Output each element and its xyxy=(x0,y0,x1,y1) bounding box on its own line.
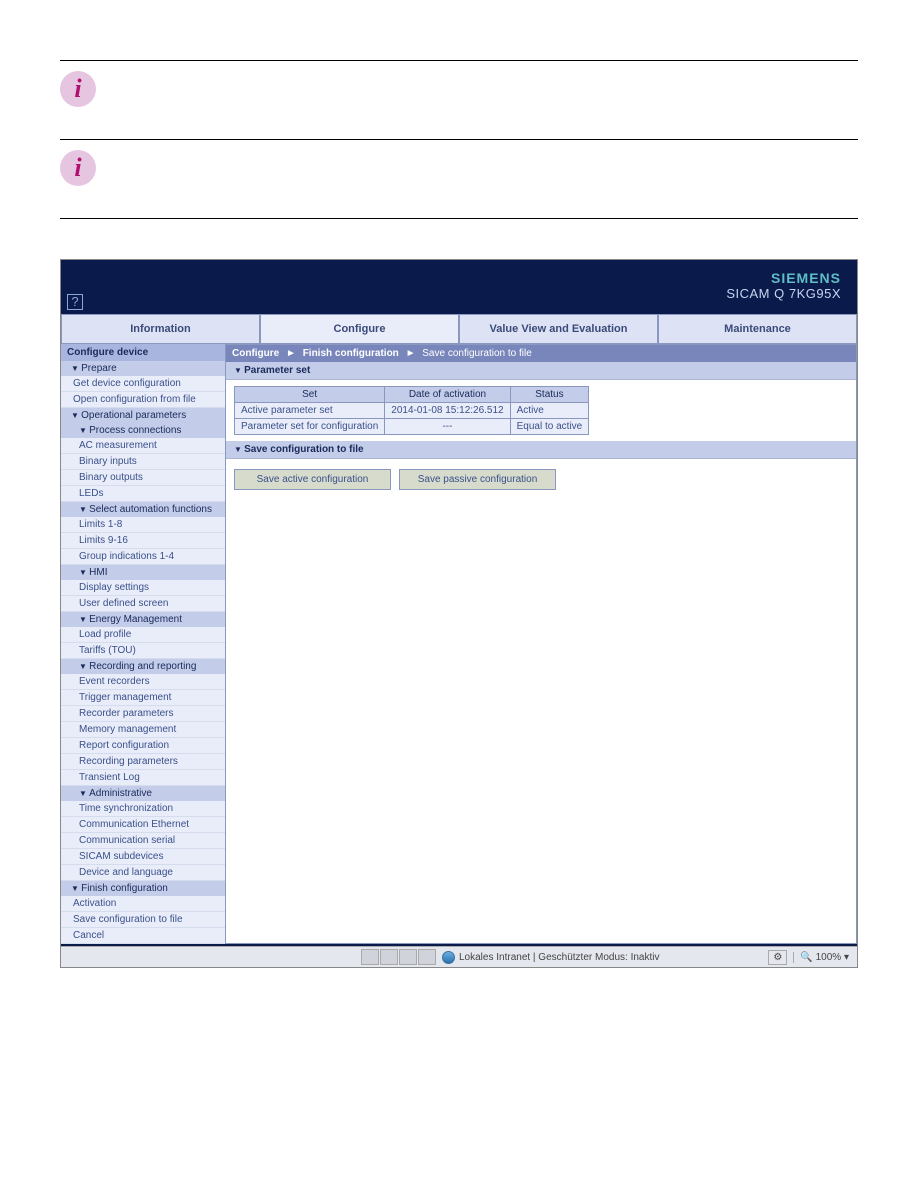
table-row: Active parameter set 2014-01-08 15:12:26… xyxy=(235,403,589,419)
panel-head-paramset[interactable]: Parameter set xyxy=(226,362,856,380)
sidebar-item-get-config[interactable]: Get device configuration xyxy=(61,376,225,392)
sidebar-item-recording-param[interactable]: Recording parameters xyxy=(61,754,225,770)
sidebar-item-group[interactable]: Group indications 1-4 xyxy=(61,549,225,565)
content-area: Configure ► Finish configuration ► Save … xyxy=(225,344,857,944)
status-seg xyxy=(399,949,417,965)
brand-product: SICAM Q 7KG95X xyxy=(726,286,841,301)
app-header: ? SIEMENS SICAM Q 7KG95X xyxy=(61,260,857,314)
sidebar-sub-energy[interactable]: Energy Management xyxy=(61,612,225,627)
sidebar-item-savecfg[interactable]: Save configuration to file xyxy=(61,912,225,928)
sidebar-item-trigger[interactable]: Trigger management xyxy=(61,690,225,706)
sidebar-sect-operational[interactable]: Operational parameters xyxy=(61,408,225,423)
col-date: Date of activation xyxy=(385,387,510,403)
sidebar-item-recparam[interactable]: Recorder parameters xyxy=(61,706,225,722)
status-seg xyxy=(380,949,398,965)
sidebar-item-event[interactable]: Event recorders xyxy=(61,674,225,690)
save-active-button[interactable]: Save active configuration xyxy=(234,469,391,490)
statusbar: Lokales Intranet | Geschützter Modus: In… xyxy=(61,946,857,967)
cell-status: Active xyxy=(510,403,589,419)
protected-mode-icon[interactable]: ⚙ xyxy=(768,950,787,965)
sidebar-item-load[interactable]: Load profile xyxy=(61,627,225,643)
sidebar-item-activation[interactable]: Activation xyxy=(61,896,225,912)
sidebar-item-binin[interactable]: Binary inputs xyxy=(61,454,225,470)
col-status: Status xyxy=(510,387,589,403)
sidebar-item-open-config[interactable]: Open configuration from file xyxy=(61,392,225,408)
sidebar-item-limits18[interactable]: Limits 1-8 xyxy=(61,517,225,533)
tab-information[interactable]: Information xyxy=(61,314,260,344)
cell-set: Parameter set for configuration xyxy=(235,419,385,435)
info-icon: i xyxy=(60,150,96,186)
sidebar-title: Configure device xyxy=(61,344,225,361)
sidebar-sect-prepare[interactable]: Prepare xyxy=(61,361,225,376)
cell-set: Active parameter set xyxy=(235,403,385,419)
sidebar-sub-hmi[interactable]: HMI xyxy=(61,565,225,580)
brand: SIEMENS SICAM Q 7KG95X xyxy=(726,270,841,301)
cell-date: --- xyxy=(385,419,510,435)
col-set: Set xyxy=(235,387,385,403)
sidebar-item-tariffs[interactable]: Tariffs (TOU) xyxy=(61,643,225,659)
sidebar-sect-finish[interactable]: Finish configuration xyxy=(61,881,225,896)
sidebar-item-time[interactable]: Time synchronization xyxy=(61,801,225,817)
status-seg xyxy=(418,949,436,965)
sidebar-item-eth[interactable]: Communication Ethernet xyxy=(61,817,225,833)
sidebar: Configure device Prepare Get device conf… xyxy=(61,344,225,944)
save-button-row: Save active configuration Save passive c… xyxy=(226,459,856,500)
help-icon[interactable]: ? xyxy=(67,294,83,310)
cell-date: 2014-01-08 15:12:26.512 xyxy=(385,403,510,419)
breadcrumb-1: Configure xyxy=(232,348,279,359)
sidebar-item-subdev[interactable]: SICAM subdevices xyxy=(61,849,225,865)
tab-row: Information Configure Value View and Eva… xyxy=(61,314,857,344)
zoom-level[interactable]: 🔍 100% ▾ xyxy=(793,952,849,963)
sidebar-sub-admin[interactable]: Administrative xyxy=(61,786,225,801)
sidebar-item-memory[interactable]: Memory management xyxy=(61,722,225,738)
sidebar-sub-recording[interactable]: Recording and reporting xyxy=(61,659,225,674)
sidebar-item-cancel[interactable]: Cancel xyxy=(61,928,225,944)
tab-value-view[interactable]: Value View and Evaluation xyxy=(459,314,658,344)
tab-configure[interactable]: Configure xyxy=(260,314,459,344)
status-seg xyxy=(361,949,379,965)
cell-status: Equal to active xyxy=(510,419,589,435)
sidebar-item-serial[interactable]: Communication serial xyxy=(61,833,225,849)
sidebar-item-display[interactable]: Display settings xyxy=(61,580,225,596)
breadcrumb-2: Finish configuration xyxy=(303,348,399,359)
panel-body-paramset: Set Date of activation Status Active par… xyxy=(226,380,856,441)
app-window: ? SIEMENS SICAM Q 7KG95X Information Con… xyxy=(60,259,858,968)
sidebar-item-binout[interactable]: Binary outputs xyxy=(61,470,225,486)
sidebar-item-transient[interactable]: Transient Log xyxy=(61,770,225,786)
sidebar-item-userscreen[interactable]: User defined screen xyxy=(61,596,225,612)
sidebar-item-report[interactable]: Report configuration xyxy=(61,738,225,754)
sidebar-item-ac[interactable]: AC measurement xyxy=(61,438,225,454)
info-icon: i xyxy=(60,71,96,107)
globe-icon xyxy=(442,951,455,964)
breadcrumb: Configure ► Finish configuration ► Save … xyxy=(226,345,856,362)
status-zone: Lokales Intranet | Geschützter Modus: In… xyxy=(459,952,659,963)
sidebar-sub-process[interactable]: Process connections xyxy=(61,423,225,438)
panel-head-saveconfig[interactable]: Save configuration to file xyxy=(226,441,856,459)
tab-maintenance[interactable]: Maintenance xyxy=(658,314,857,344)
sidebar-item-leds[interactable]: LEDs xyxy=(61,486,225,502)
paramset-table: Set Date of activation Status Active par… xyxy=(234,386,589,435)
breadcrumb-3: Save configuration to file xyxy=(422,348,532,359)
sidebar-sub-automation[interactable]: Select automation functions xyxy=(61,502,225,517)
save-passive-button[interactable]: Save passive configuration xyxy=(399,469,556,490)
brand-company: SIEMENS xyxy=(726,270,841,286)
sidebar-item-limits916[interactable]: Limits 9-16 xyxy=(61,533,225,549)
sidebar-item-devlang[interactable]: Device and language xyxy=(61,865,225,881)
table-row: Parameter set for configuration --- Equa… xyxy=(235,419,589,435)
